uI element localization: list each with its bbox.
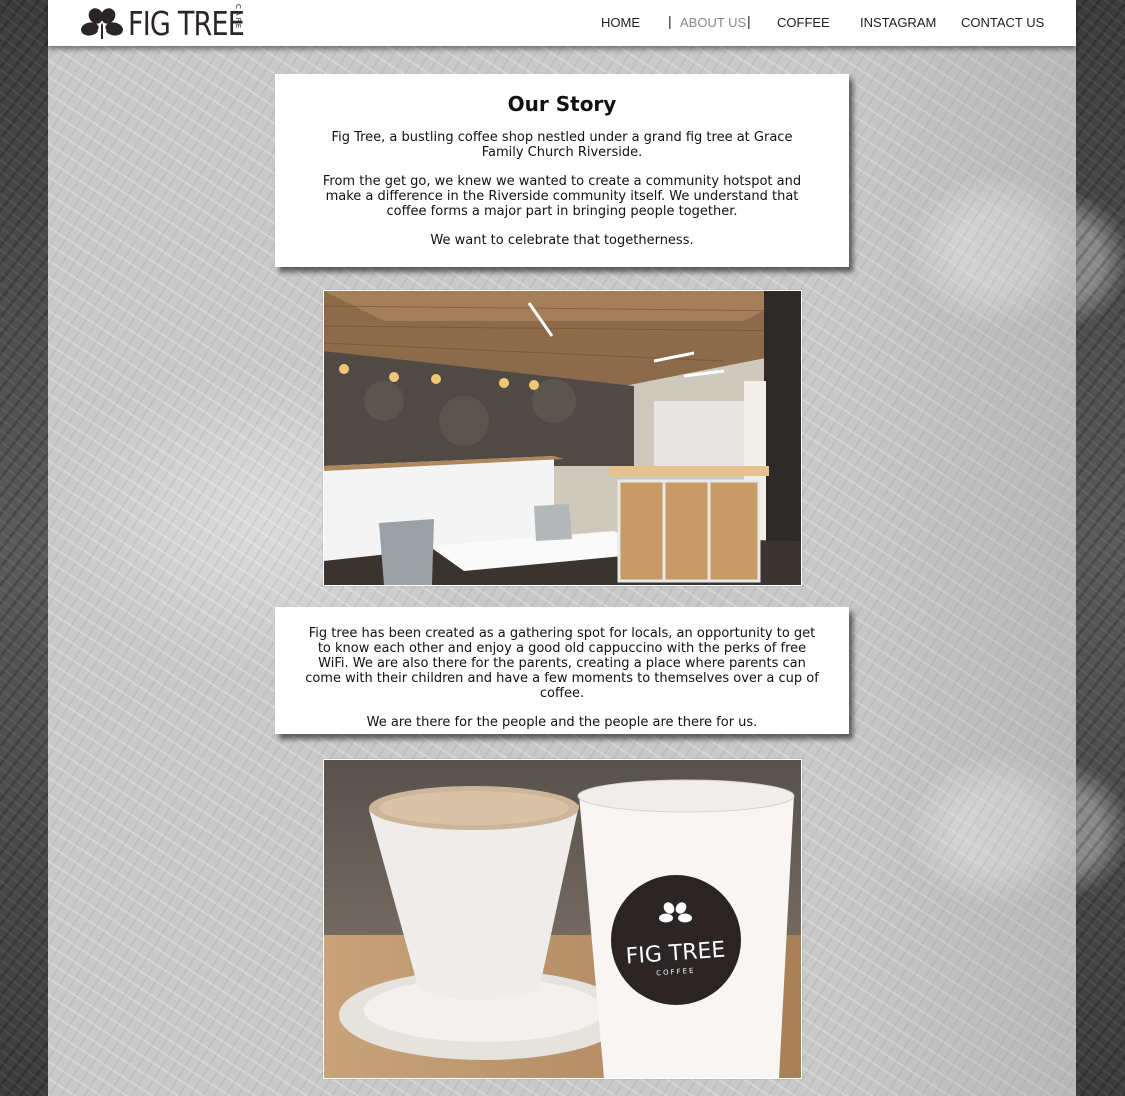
story-paragraph: Fig Tree, a bustling coffee shop nestled… — [331, 130, 793, 160]
coffee-cups-photo: FIG TREE COFFEE — [323, 759, 802, 1079]
story-paragraph: From the get go, we knew we wanted to cr… — [322, 174, 802, 219]
nav-instagram[interactable]: INSTAGRAM — [860, 15, 936, 30]
our-story-card: Our Story Fig Tree, a bustling coffee sh… — [275, 74, 849, 267]
nav-coffee[interactable]: COFFEE — [777, 15, 830, 30]
coffee-cups-image: FIG TREE COFFEE — [324, 760, 801, 1078]
main-nav: HOME | ABOUT US | COFFEE INSTAGRAM CONTA… — [48, 0, 1076, 46]
nav-contact-us[interactable]: CONTACT US — [961, 15, 1044, 30]
site-header: FIG TREE CAFE HOME | ABOUT US | COFFEE I… — [48, 0, 1076, 46]
our-story-title: Our Story — [507, 92, 617, 116]
about-card: Fig tree has been created as a gathering… — [275, 607, 849, 734]
about-paragraph: We are there for the people and the peop… — [366, 715, 758, 730]
page-fade — [816, 0, 1076, 1096]
nav-separator: | — [747, 13, 751, 29]
nav-separator: | — [668, 13, 672, 29]
cafe-interior-photo — [323, 290, 802, 586]
about-paragraph: Fig tree has been created as a gathering… — [305, 626, 819, 701]
cafe-interior-image — [324, 291, 801, 585]
nav-about-us[interactable]: ABOUT US — [680, 15, 746, 30]
story-paragraph: We want to celebrate that togetherness. — [430, 233, 694, 248]
nav-home[interactable]: HOME — [601, 15, 640, 30]
